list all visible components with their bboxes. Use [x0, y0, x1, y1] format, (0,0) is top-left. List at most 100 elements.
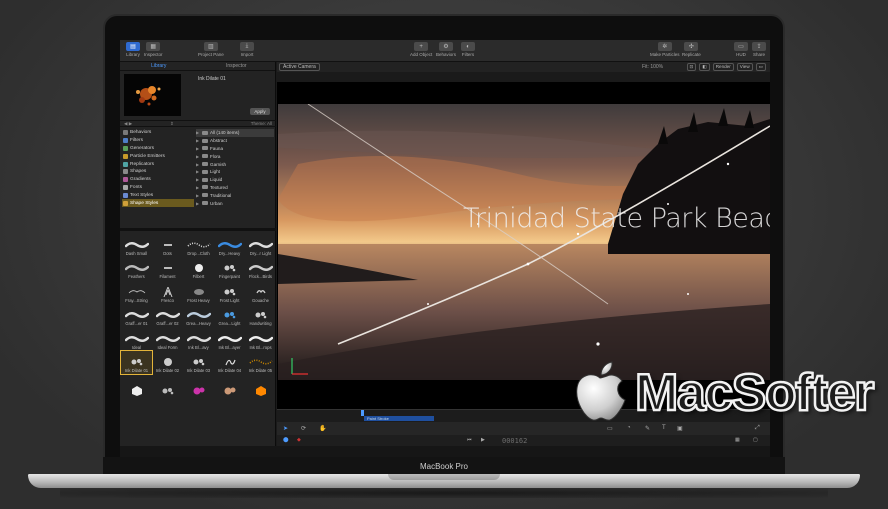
- hud-button[interactable]: ▭ HUD: [734, 42, 748, 57]
- subcategory-item[interactable]: ▶ Abstract: [196, 137, 274, 145]
- style-item[interactable]: Ink Dilate 01: [120, 349, 153, 375]
- category-item[interactable]: Fonts: [122, 184, 194, 192]
- canvas-header: Active Camera Fit: 100% ⊡ ◧ Render View …: [277, 62, 770, 72]
- select-tool-icon[interactable]: ➤: [283, 425, 288, 432]
- replicate-button[interactable]: ✣ Replicate: [682, 42, 701, 57]
- style-item[interactable]: Frost Heavy: [183, 280, 214, 304]
- style-item[interactable]: [245, 374, 276, 398]
- style-item[interactable]: Fray...String: [121, 280, 152, 304]
- style-item[interactable]: Grea...Heavy: [183, 304, 214, 328]
- style-item[interactable]: Ink Dilate 04: [214, 351, 245, 375]
- category-item[interactable]: Replicators: [122, 160, 194, 168]
- back-forward-icon[interactable]: ◀ ▶: [124, 121, 132, 127]
- layout-icon[interactable]: ▭: [755, 63, 766, 71]
- style-item[interactable]: Flock...Birds: [245, 257, 276, 281]
- category-item[interactable]: Text Styles: [122, 191, 194, 199]
- style-item[interactable]: Gouache: [245, 280, 276, 304]
- style-item[interactable]: Graff...er 01: [121, 304, 152, 328]
- style-item[interactable]: [183, 374, 214, 398]
- color-channels-icon[interactable]: ◧: [699, 63, 710, 71]
- transform-tool-icon[interactable]: ⟳: [301, 425, 306, 432]
- style-item[interactable]: Ink Bl...rops: [245, 327, 276, 351]
- subcategory-item[interactable]: ▶ Traditional: [196, 191, 274, 199]
- folder-icon: [202, 185, 208, 190]
- behaviors-button[interactable]: ⚙ Behaviors: [436, 42, 456, 57]
- subcategory-item[interactable]: ▶ Fauna: [196, 145, 274, 153]
- active-camera-menu[interactable]: Active Camera: [279, 63, 320, 71]
- subcategory-item[interactable]: ▶ Garnish: [196, 160, 274, 168]
- tab-inspector[interactable]: Inspector: [198, 62, 276, 70]
- go-to-start-icon[interactable]: ⏮: [467, 437, 472, 443]
- style-item[interactable]: Ink Dilate 03: [183, 351, 214, 375]
- timeline-clip[interactable]: Paint Stroke: [364, 416, 434, 421]
- audio-icon[interactable]: ▦: [735, 437, 740, 443]
- library-button[interactable]: ▤ Library: [126, 42, 140, 57]
- style-item[interactable]: Feathers: [121, 257, 152, 281]
- subcategory-item[interactable]: ▶ Textured: [196, 184, 274, 192]
- style-item[interactable]: Frost Light: [214, 280, 245, 304]
- style-item[interactable]: Dash Small: [121, 233, 152, 257]
- zoom-level[interactable]: Fit: 100%: [642, 64, 663, 70]
- style-item[interactable]: Dots: [152, 233, 183, 257]
- style-item[interactable]: Graff...er 02: [152, 304, 183, 328]
- subcategory-item[interactable]: ▶ All (140 items): [196, 129, 274, 137]
- subcategory-item[interactable]: ▶ Liquid: [196, 176, 274, 184]
- style-item[interactable]: [214, 374, 245, 398]
- category-icon: [123, 192, 128, 198]
- style-item[interactable]: Ink Dilate 02: [152, 351, 183, 375]
- style-item[interactable]: Dry...Heavy: [214, 233, 245, 257]
- style-item[interactable]: Filbert: [183, 257, 214, 281]
- style-item[interactable]: [121, 374, 152, 398]
- category-item[interactable]: Shape Styles: [122, 199, 194, 207]
- theme-filter[interactable]: Theme: All: [251, 121, 272, 127]
- category-item[interactable]: Behaviors: [122, 129, 194, 137]
- view-menu[interactable]: View: [736, 63, 753, 71]
- style-item[interactable]: Ideal Form: [152, 327, 183, 351]
- share-button[interactable]: ⇪ Share: [752, 42, 766, 57]
- import-button[interactable]: ⤓ Import: [240, 42, 254, 57]
- loop-icon[interactable]: ▢: [753, 437, 758, 443]
- style-item[interactable]: Filament: [152, 257, 183, 281]
- style-swatch-icon: [217, 239, 242, 251]
- style-item[interactable]: Ink Bl...ayer: [214, 327, 245, 351]
- play-icon[interactable]: ▶: [481, 437, 485, 443]
- category-item[interactable]: Gradients: [122, 176, 194, 184]
- record-icon[interactable]: ⬤: [283, 437, 289, 443]
- style-item[interactable]: Ink Bl...avy: [183, 327, 214, 351]
- category-item[interactable]: Generators: [122, 145, 194, 153]
- hand-tool-icon[interactable]: ✋: [319, 425, 326, 432]
- title-text-overlay[interactable]: Trinidad State Park Beach: [463, 203, 770, 234]
- style-item[interactable]: Ink Dilate 05: [245, 351, 276, 375]
- path-slider-icon[interactable]: ⇕: [170, 121, 174, 127]
- inspector-button[interactable]: ▦ Inspector: [144, 42, 163, 57]
- keyframe-icon[interactable]: ◆: [297, 437, 301, 443]
- project-pane-button[interactable]: ▥ Project Pane: [198, 42, 224, 57]
- subcategory-item[interactable]: ▶ Flora: [196, 152, 274, 160]
- style-label: Feathers: [128, 274, 145, 279]
- style-item[interactable]: Handwriting: [245, 304, 276, 328]
- tab-library[interactable]: Library: [120, 62, 198, 70]
- subcategory-item[interactable]: ▶ Urban: [196, 199, 274, 207]
- style-label: Dry...Heavy: [218, 250, 241, 256]
- style-item[interactable]: Grea...Light: [214, 304, 245, 328]
- camera-icon[interactable]: ⊡: [686, 63, 697, 71]
- category-item[interactable]: Particle Emitters: [122, 152, 194, 160]
- subcategory-item[interactable]: ▶ Light: [196, 168, 274, 176]
- category-item[interactable]: Filters: [122, 137, 194, 145]
- style-item[interactable]: Ideal: [121, 327, 152, 351]
- style-item[interactable]: Drop...Cloth: [183, 233, 214, 257]
- category-item[interactable]: Shapes: [122, 168, 194, 176]
- subcategory-label: All (140 items): [210, 130, 240, 136]
- style-label: Frost Heavy: [187, 297, 210, 303]
- add-object-button[interactable]: + Add Object: [410, 42, 432, 57]
- style-item[interactable]: Fingerpaint: [214, 257, 245, 281]
- style-swatch-icon: [156, 286, 180, 298]
- style-swatch-icon: [218, 356, 242, 368]
- make-particles-button[interactable]: ✲ Make Particles: [650, 42, 680, 57]
- apply-button[interactable]: Apply: [250, 108, 270, 115]
- filters-button[interactable]: ◐ Filters: [461, 42, 475, 57]
- style-item[interactable]: Dry...r Light: [245, 233, 276, 257]
- style-item[interactable]: Fresco: [152, 280, 183, 304]
- render-menu[interactable]: Render: [712, 63, 734, 71]
- style-item[interactable]: [152, 374, 183, 398]
